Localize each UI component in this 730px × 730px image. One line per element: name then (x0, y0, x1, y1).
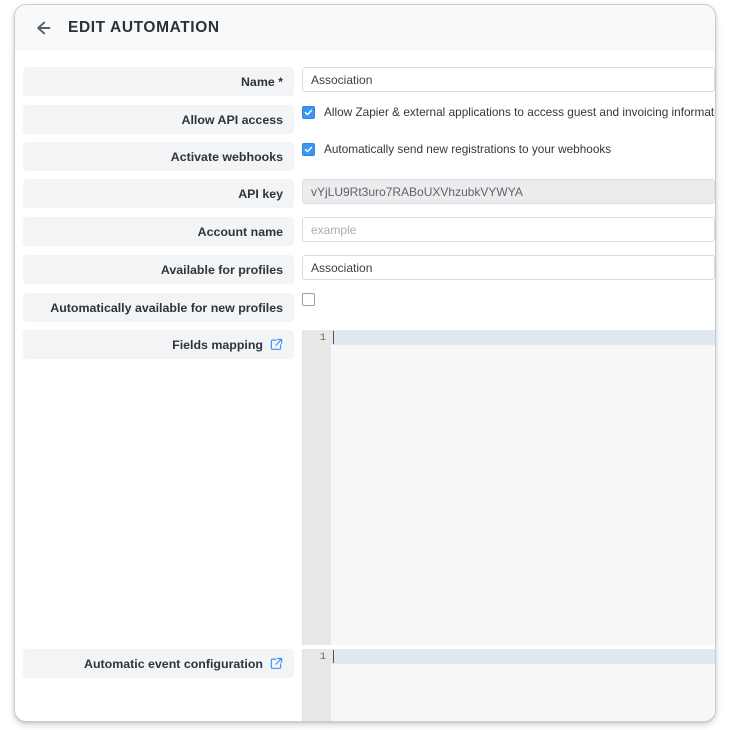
label-text: Account name (197, 224, 283, 239)
row-label-available-for-profiles: Available for profiles (23, 255, 294, 284)
activate-webhooks-checkbox-label: Automatically send new registrations to … (324, 142, 612, 156)
automatic-event-configuration-editor[interactable]: 1 (302, 649, 715, 721)
label-text: Allow API access (181, 112, 283, 127)
form-row-available-for-profiles: Available for profiles (15, 255, 715, 293)
form-row-account-name: Account name (15, 217, 715, 255)
auto-available-new-profiles-checkbox[interactable] (302, 293, 315, 306)
row-label-auto-available-new-profiles: Automatically available for new profiles (23, 293, 294, 322)
label-text: Available for profiles (160, 262, 283, 277)
automation-form: Name * Allow API access Allow Zapier & e… (15, 67, 715, 721)
allow-api-access-checkbox[interactable] (302, 105, 315, 119)
row-field-name (302, 67, 715, 92)
label-text: Name * (240, 74, 283, 89)
editor-gutter: 1 (303, 330, 331, 645)
editor-gutter: 1 (303, 649, 331, 721)
form-row-auto-available-new-profiles: Automatically available for new profiles (15, 293, 715, 330)
editor-code-area[interactable] (331, 649, 715, 721)
row-field-account-name (302, 217, 715, 242)
text-caret (333, 331, 334, 344)
editor-active-line (331, 649, 715, 664)
label-text: Automatically available for new profiles (50, 300, 283, 315)
arrow-left-icon[interactable] (32, 17, 54, 39)
row-label-allow-api-access: Allow API access (23, 105, 294, 134)
row-label-automatic-event-configuration: Automatic event configuration (23, 649, 294, 678)
gutter-line-number: 1 (319, 332, 326, 344)
name-input[interactable] (302, 67, 715, 92)
api-key-input[interactable] (302, 179, 715, 204)
row-label-name: Name * (23, 67, 294, 96)
row-field-api-key (302, 179, 715, 204)
form-row-activate-webhooks: Activate webhooks Automatically send new… (15, 142, 715, 179)
available-for-profiles-input[interactable] (302, 255, 715, 280)
external-link-icon[interactable] (270, 657, 283, 670)
row-field-activate-webhooks: Automatically send new registrations to … (302, 142, 715, 156)
row-field-available-for-profiles (302, 255, 715, 280)
form-row-allow-api-access: Allow API access Allow Zapier & external… (15, 105, 715, 142)
label-text: Automatic event configuration (84, 656, 263, 671)
row-field-allow-api-access: Allow Zapier & external applications to … (302, 105, 715, 119)
label-text: Activate webhooks (170, 149, 283, 164)
edit-automation-card: EDIT AUTOMATION Name * Allow API access (14, 4, 716, 722)
label-text: API key (238, 186, 283, 201)
row-field-auto-available-new-profiles (302, 293, 715, 306)
page-header: EDIT AUTOMATION (15, 5, 715, 51)
page-title: EDIT AUTOMATION (68, 19, 220, 36)
editor-code-area[interactable] (331, 330, 715, 645)
row-label-fields-mapping: Fields mapping (23, 330, 294, 359)
form-row-automatic-event-configuration: Automatic event configuration 1 (15, 649, 715, 721)
text-caret (333, 650, 334, 663)
gutter-line-number: 1 (319, 651, 326, 663)
form-row-name: Name * (15, 67, 715, 105)
fields-mapping-editor[interactable]: 1 (302, 330, 715, 645)
row-label-api-key: API key (23, 179, 294, 208)
editor-active-line (331, 330, 715, 345)
row-label-activate-webhooks: Activate webhooks (23, 142, 294, 171)
account-name-input[interactable] (302, 217, 715, 242)
row-label-account-name: Account name (23, 217, 294, 246)
external-link-icon[interactable] (270, 338, 283, 351)
allow-api-access-checkbox-label: Allow Zapier & external applications to … (324, 105, 716, 119)
label-text: Fields mapping (172, 337, 263, 352)
form-row-fields-mapping: Fields mapping 1 (15, 330, 715, 645)
form-row-api-key: API key (15, 179, 715, 217)
activate-webhooks-checkbox[interactable] (302, 142, 315, 156)
